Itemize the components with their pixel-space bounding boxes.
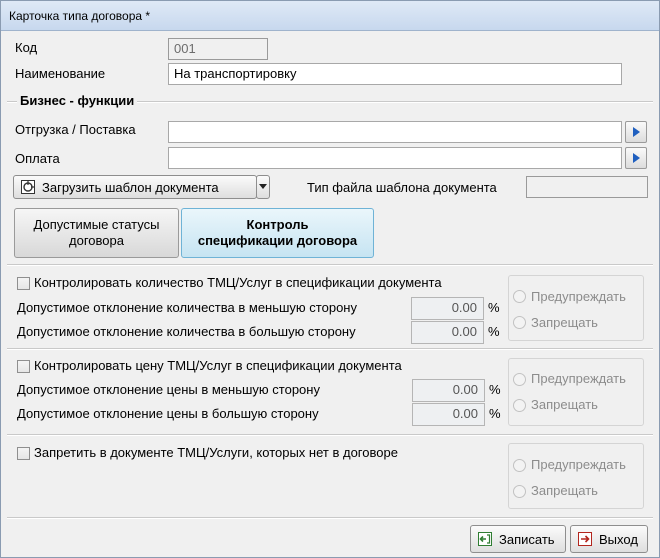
absent-forbid-label: Запрещать — [531, 483, 598, 498]
business-group-title: Бизнес - функции — [17, 93, 138, 108]
price-control-checkbox[interactable] — [17, 360, 30, 373]
save-button-label: Записать — [499, 531, 555, 547]
play-arrow-icon — [633, 127, 640, 137]
absent-warn-radio[interactable] — [513, 459, 526, 472]
exit-button[interactable]: Выход — [570, 525, 648, 553]
quantity-control-checkbox[interactable] — [17, 277, 30, 290]
tab-spec-control[interactable]: Контроль спецификации договора — [181, 208, 374, 258]
price-more-unit: % — [489, 406, 501, 421]
tab-spec-control-label: Контроль спецификации договора — [197, 217, 358, 248]
window-title-bar: Карточка типа договора * — [1, 1, 659, 31]
price-forbid-radio[interactable] — [513, 399, 526, 412]
load-template-button[interactable]: Загрузить шаблон документа — [13, 175, 257, 199]
payment-label: Оплата — [15, 151, 60, 166]
chevron-down-icon — [259, 184, 267, 189]
quantity-forbid-radio[interactable] — [513, 316, 526, 329]
name-label: Наименование — [15, 66, 106, 81]
shipment-select-button[interactable] — [625, 121, 647, 143]
shipment-label: Отгрузка / Поставка — [15, 122, 136, 137]
price-less-unit: % — [489, 382, 501, 397]
file-type-field[interactable] — [526, 176, 648, 198]
shipment-field[interactable] — [168, 121, 622, 143]
quantity-more-label: Допустимое отклонение количества в больш… — [17, 324, 356, 339]
price-forbid-label: Запрещать — [531, 397, 598, 412]
payment-field[interactable] — [168, 147, 622, 169]
price-more-label: Допустимое отклонение цены в большую сто… — [17, 406, 319, 421]
price-warn-radio[interactable] — [513, 373, 526, 386]
load-template-dropdown[interactable] — [256, 175, 270, 199]
load-template-label: Загрузить шаблон документа — [42, 179, 219, 195]
tab-allowed-statuses-label: Допустимые статусы договора — [33, 217, 160, 248]
footer-divider — [7, 517, 653, 519]
absent-forbid-radio[interactable] — [513, 485, 526, 498]
quantity-forbid-label: Запрещать — [531, 315, 598, 330]
price-mode-panel — [508, 358, 644, 426]
price-warn-label: Предупреждать — [531, 371, 626, 386]
quantity-less-label: Допустимое отклонение количества в меньш… — [17, 300, 357, 315]
window-title: Карточка типа договора * — [9, 9, 151, 23]
quantity-divider — [7, 348, 653, 350]
quantity-more-field[interactable]: 0.00 — [411, 321, 484, 344]
file-type-label: Тип файла шаблона документа — [307, 180, 497, 195]
quantity-warn-radio[interactable] — [513, 290, 526, 303]
quantity-more-unit: % — [488, 324, 500, 339]
save-icon — [478, 532, 492, 546]
play-arrow-icon — [633, 153, 640, 163]
quantity-less-field[interactable]: 0.00 — [411, 297, 484, 320]
code-field[interactable]: 001 — [168, 38, 268, 60]
price-control-label: Контролировать цену ТМЦ/Услуг в специфик… — [34, 358, 402, 373]
quantity-control-label: Контролировать количество ТМЦ/Услуг в сп… — [34, 275, 442, 290]
absent-warn-label: Предупреждать — [531, 457, 626, 472]
code-label: Код — [15, 40, 38, 55]
absent-mode-panel — [508, 443, 644, 509]
price-less-label: Допустимое отклонение цены в меньшую сто… — [17, 382, 320, 397]
name-field[interactable]: На транспортировку — [168, 63, 622, 85]
quantity-warn-label: Предупреждать — [531, 289, 626, 304]
exit-icon — [578, 532, 592, 546]
save-button[interactable]: Записать — [470, 525, 566, 553]
absent-items-label: Запретить в документе ТМЦ/Услуги, которы… — [34, 445, 398, 460]
dialog-window: Карточка типа договора * Код 001 Наимено… — [0, 0, 660, 558]
tab-allowed-statuses[interactable]: Допустимые статусы договора — [14, 208, 179, 258]
price-more-field[interactable]: 0.00 — [412, 403, 485, 426]
exit-button-label: Выход — [599, 531, 638, 547]
payment-select-button[interactable] — [625, 147, 647, 169]
price-divider — [7, 434, 653, 436]
template-icon — [21, 180, 35, 194]
price-less-field[interactable]: 0.00 — [412, 379, 485, 402]
quantity-less-unit: % — [488, 300, 500, 315]
tabs-divider — [7, 264, 653, 266]
quantity-mode-panel — [508, 275, 644, 341]
absent-items-checkbox[interactable] — [17, 447, 30, 460]
